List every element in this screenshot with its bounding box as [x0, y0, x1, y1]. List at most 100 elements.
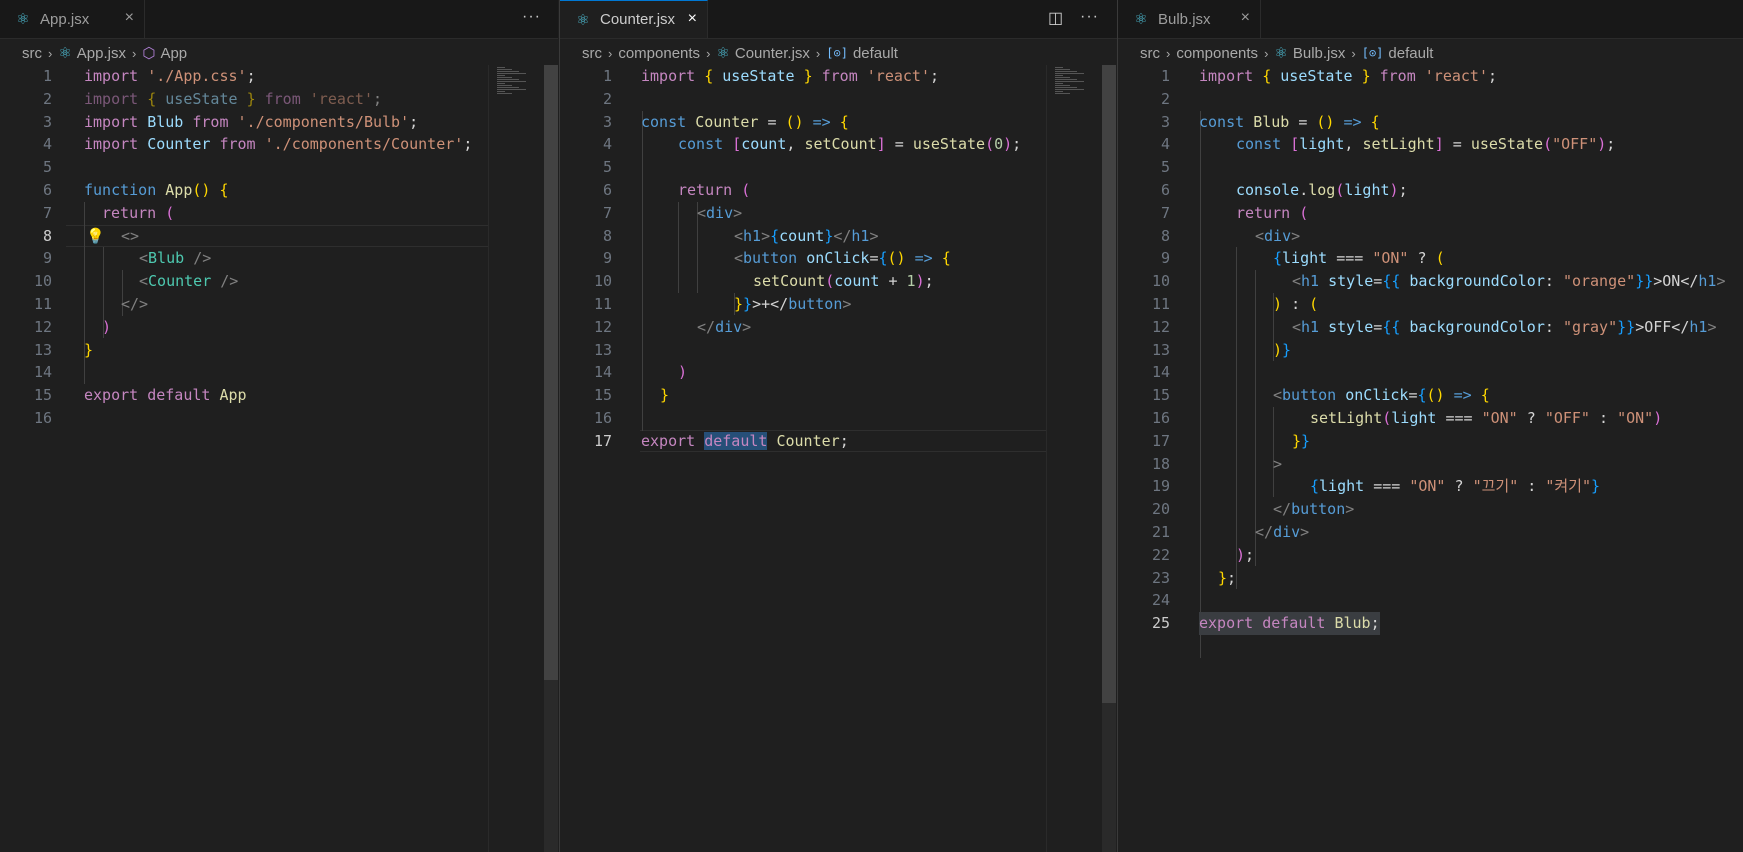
- code-line: const Blub = () => {: [1199, 112, 1380, 131]
- minimap-line: [497, 69, 512, 70]
- breadcrumb-item-src[interactable]: src: [1140, 45, 1160, 62]
- minimap-line: [497, 91, 505, 92]
- line-number: 11: [593, 295, 612, 313]
- more-actions-icon[interactable]: ···: [1080, 8, 1099, 26]
- line-number: 22: [1151, 545, 1170, 564]
- line-number: 8: [42, 226, 52, 245]
- line-number: 17: [1151, 431, 1170, 450]
- minimap-line: [1055, 79, 1077, 80]
- minimap-line: [497, 83, 505, 84]
- line-number: 8: [1160, 226, 1170, 245]
- breadcrumb-item-file[interactable]: Counter.jsx: [735, 45, 810, 62]
- line-number: 6: [1160, 181, 1170, 199]
- minimap-line: [1055, 89, 1084, 90]
- minimap-line: [1055, 81, 1084, 82]
- line-number: 15: [1151, 386, 1170, 405]
- tab-bar: ⚛ Counter.jsx × ◫ ···: [560, 0, 1117, 39]
- breadcrumb-item-folder[interactable]: components: [1176, 45, 1258, 62]
- line-number: 4: [602, 135, 612, 154]
- breadcrumb: src › components › ⚛ Counter.jsx › [⊙] d…: [560, 38, 1117, 68]
- scrollbar-thumb[interactable]: [1102, 65, 1116, 703]
- split-editor-icon[interactable]: ◫: [1048, 8, 1064, 28]
- breadcrumb-item-symbol[interactable]: default: [853, 45, 898, 62]
- line-number: 6: [602, 181, 612, 199]
- code-line: ): [102, 317, 112, 336]
- line-number: 7: [42, 203, 52, 222]
- vertical-scrollbar[interactable]: [1102, 65, 1116, 852]
- line-number: 3: [42, 112, 52, 131]
- more-actions-icon[interactable]: ···: [522, 8, 541, 26]
- minimap-line: [1055, 77, 1070, 78]
- line-number: 8: [602, 226, 612, 245]
- close-icon[interactable]: ×: [1241, 9, 1250, 27]
- minimap[interactable]: [1046, 65, 1095, 852]
- chevron-right-icon: ›: [1166, 45, 1171, 61]
- code-line: setCount(count + 1);: [753, 272, 934, 291]
- code-line: }}: [1292, 431, 1311, 450]
- minimap-line: [1055, 85, 1070, 86]
- breadcrumb-item-folder[interactable]: components: [618, 45, 700, 62]
- line-number: 12: [593, 317, 612, 336]
- line-number: 21: [1151, 523, 1170, 541]
- tab-label: App.jsx: [40, 10, 90, 28]
- vertical-scrollbar[interactable]: [544, 65, 558, 852]
- minimap-line: [497, 89, 526, 90]
- chevron-right-icon: ›: [706, 45, 711, 61]
- line-number: 1: [42, 67, 52, 85]
- line-number: 10: [593, 272, 612, 291]
- line-number: 23: [1151, 568, 1170, 587]
- tab-counter-jsx[interactable]: ⚛ Counter.jsx ×: [560, 0, 708, 38]
- code-line: setLight(light === "ON" ? "OFF" : "ON"): [1310, 409, 1663, 427]
- line-number: 5: [602, 158, 612, 177]
- breadcrumb-item-symbol[interactable]: default: [1388, 45, 1433, 62]
- code-area[interactable]: import { useState } from 'react'; const …: [560, 65, 1117, 852]
- line-number: 9: [42, 249, 52, 268]
- code-line: const [light, setLight] = useState("OFF"…: [1236, 135, 1616, 154]
- symbol-variable-icon: [⊙]: [1361, 46, 1384, 60]
- editor-group-counter: ⚛ Counter.jsx × ◫ ··· src › components ›…: [560, 0, 1117, 852]
- line-number: 7: [602, 203, 612, 222]
- line-number: 2: [1160, 89, 1170, 108]
- close-icon[interactable]: ×: [125, 9, 134, 27]
- code-line: </button>: [1273, 500, 1355, 519]
- tab-bulb-jsx[interactable]: ⚛ Bulb.jsx ×: [1118, 0, 1261, 38]
- minimap-line: [1055, 73, 1084, 74]
- line-number: 16: [1151, 409, 1170, 427]
- code-area[interactable]: import './App.css'; import { useState } …: [0, 65, 558, 852]
- code-line: export default Blub;: [1118, 612, 1743, 635]
- code-line: <button onClick={() => {: [734, 249, 951, 268]
- code-line: 💡 <>: [0, 225, 558, 248]
- code-line: </div>: [697, 317, 752, 336]
- code-line: };: [1218, 568, 1237, 587]
- code-line: return (: [1236, 203, 1309, 222]
- breadcrumb-item-file[interactable]: App.jsx: [77, 45, 126, 62]
- code-line: </div>: [1255, 523, 1310, 541]
- tab-app-jsx[interactable]: ⚛ App.jsx ×: [0, 0, 145, 38]
- code-line: <h1 style={{ backgroundColor: "gray"}}>O…: [1292, 317, 1717, 336]
- line-number: 1: [1160, 67, 1170, 85]
- line-number: 14: [1151, 363, 1170, 382]
- minimap[interactable]: [488, 65, 537, 852]
- line-number: 3: [1160, 112, 1170, 131]
- editor-group-app: ⚛ App.jsx × ··· src › ⚛ App.jsx › ⬡ App …: [0, 0, 558, 852]
- lightbulb-icon[interactable]: 💡: [86, 225, 105, 248]
- breadcrumb: src › components › ⚛ Bulb.jsx › [⊙] defa…: [1118, 38, 1743, 68]
- line-number: 14: [33, 363, 52, 382]
- line-number: 9: [1160, 249, 1170, 268]
- breadcrumb-item-src[interactable]: src: [22, 45, 42, 62]
- chevron-right-icon: ›: [132, 45, 137, 61]
- breadcrumb-item-src[interactable]: src: [582, 45, 602, 62]
- close-icon[interactable]: ×: [688, 10, 697, 28]
- react-icon: ⚛: [1274, 45, 1288, 62]
- chevron-right-icon: ›: [1351, 45, 1356, 61]
- minimap-line: [497, 73, 526, 74]
- breadcrumb-item-file[interactable]: Bulb.jsx: [1293, 45, 1346, 62]
- line-number: 4: [42, 135, 52, 154]
- breadcrumb-item-symbol[interactable]: App: [160, 45, 187, 62]
- tab-bar: ⚛ App.jsx × ···: [0, 0, 558, 39]
- minimap-line: [1055, 91, 1063, 92]
- code-line: import { useState } from 'react';: [1199, 67, 1498, 85]
- code-area[interactable]: import { useState } from 'react'; const …: [1118, 65, 1743, 852]
- line-number: 17: [593, 431, 612, 450]
- scrollbar-thumb[interactable]: [544, 65, 558, 680]
